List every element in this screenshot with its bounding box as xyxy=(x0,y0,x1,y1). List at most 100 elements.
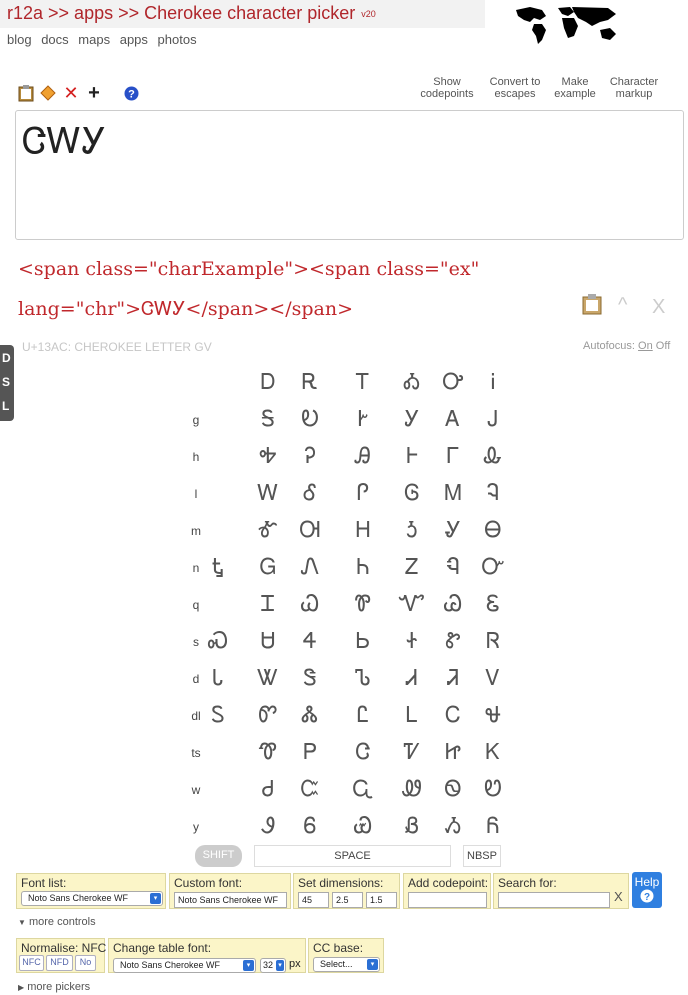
char-key[interactable]: Ꮅ xyxy=(343,481,383,506)
char-key[interactable]: Ꮸ xyxy=(290,777,330,802)
char-key[interactable]: Ꭳ xyxy=(392,370,432,395)
table-font-select[interactable]: Noto Sans Cherokee WF ▾ xyxy=(113,958,256,973)
char-key[interactable]: Ꮶ xyxy=(473,740,513,765)
char-key[interactable]: Ꮙ xyxy=(392,592,432,617)
char-key[interactable]: Ꮥ xyxy=(290,666,330,691)
char-key[interactable]: Ꮧ xyxy=(392,666,432,691)
side-tab-l[interactable]: L xyxy=(2,399,9,413)
char-key[interactable]: Ꮉ xyxy=(248,518,288,543)
char-key[interactable]: Ꮭ xyxy=(343,703,383,728)
space-button[interactable]: SPACE xyxy=(254,845,451,867)
nav-apps[interactable]: apps xyxy=(120,32,148,47)
char-key[interactable]: Ꮼ xyxy=(473,777,513,802)
nfd-button[interactable]: NFD xyxy=(46,955,73,971)
char-key[interactable]: Ꮒ xyxy=(343,555,383,580)
delete-icon[interactable]: ✕ xyxy=(62,83,80,103)
char-key[interactable]: Ꮯ xyxy=(433,703,473,728)
char-key[interactable]: Ꮜ xyxy=(248,629,288,654)
character-markup-button[interactable]: Character markup xyxy=(604,76,664,100)
char-key[interactable]: Ꮰ xyxy=(473,703,513,728)
autofocus-off[interactable]: Off xyxy=(656,340,670,352)
dimension-input-1[interactable]: 45 xyxy=(298,892,329,908)
char-key[interactable]: Ᏹ xyxy=(433,814,473,839)
table-font-size-select[interactable]: 32 ▾ xyxy=(260,958,286,973)
char-key[interactable]: Ꮃ xyxy=(248,481,288,506)
collapse-icon[interactable]: ^ xyxy=(618,294,627,317)
char-key[interactable]: Ꮏ xyxy=(198,555,238,580)
nbsp-button[interactable]: NBSP xyxy=(463,845,501,867)
char-key[interactable]: Ꮤ xyxy=(248,666,288,691)
char-key[interactable]: Ᏸ xyxy=(392,814,432,839)
char-key[interactable]: Ꭿ xyxy=(343,444,383,469)
search-clear-button[interactable]: X xyxy=(614,889,623,904)
autofocus-on[interactable]: On xyxy=(638,340,653,352)
convert-escapes-button[interactable]: Convert to escapes xyxy=(484,76,546,100)
nav-maps[interactable]: maps xyxy=(78,32,110,47)
add-codepoint-input[interactable] xyxy=(408,892,487,908)
char-key[interactable]: Ꮬ xyxy=(290,703,330,728)
search-input[interactable] xyxy=(498,892,610,908)
char-key[interactable]: Ꮀ xyxy=(392,444,432,469)
char-key[interactable]: Ꮱ xyxy=(248,740,288,765)
dimension-input-2[interactable]: 2.5 xyxy=(332,892,363,908)
char-key[interactable]: Ꮌ xyxy=(392,518,432,543)
char-key[interactable]: Ꮄ xyxy=(290,481,330,506)
char-key[interactable]: Ꮐ xyxy=(248,555,288,580)
custom-font-input[interactable]: Noto Sans Cherokee WF xyxy=(174,892,287,908)
char-key[interactable]: Ꮛ xyxy=(473,592,513,617)
char-key[interactable]: Ꭵ xyxy=(473,370,513,395)
help-button[interactable]: Help ? xyxy=(632,872,662,908)
side-tab-s[interactable]: S xyxy=(2,375,10,389)
char-key[interactable]: Ꭽ xyxy=(248,444,288,469)
copy-markup-icon[interactable] xyxy=(582,293,602,320)
char-key[interactable]: Ꮇ xyxy=(433,481,473,506)
side-tab-d[interactable]: D xyxy=(2,351,11,365)
char-key[interactable]: Ꮓ xyxy=(392,555,432,580)
char-key[interactable]: Ꮹ xyxy=(343,777,383,802)
char-key[interactable]: Ꮊ xyxy=(290,518,330,543)
no-normalise-button[interactable]: No xyxy=(75,955,96,971)
nav-photos[interactable]: photos xyxy=(158,32,197,47)
char-key[interactable]: Ꮂ xyxy=(473,444,513,469)
more-pickers-toggle[interactable]: ▶ more pickers xyxy=(18,981,90,993)
char-key[interactable]: Ꭾ xyxy=(290,444,330,469)
char-key[interactable]: Ꮔ xyxy=(433,555,473,580)
eraser-icon[interactable] xyxy=(39,84,57,102)
output-textarea[interactable]: ᏣᎳᎩ xyxy=(15,110,684,240)
char-key[interactable]: Ꭴ xyxy=(433,370,473,395)
char-key[interactable]: Ꮡ xyxy=(433,629,473,654)
more-controls-toggle[interactable]: ▼ more controls xyxy=(18,916,96,928)
char-key[interactable]: Ꮑ xyxy=(290,555,330,580)
char-key[interactable]: Ꮁ xyxy=(433,444,473,469)
shift-button[interactable]: SHIFT xyxy=(195,845,242,867)
char-key[interactable]: Ꮢ xyxy=(473,629,513,654)
char-key[interactable]: Ꮨ xyxy=(433,666,473,691)
char-key[interactable]: Ꮠ xyxy=(392,629,432,654)
char-key[interactable]: Ꮩ xyxy=(473,666,513,691)
char-key[interactable]: Ꮿ xyxy=(343,814,383,839)
char-key[interactable]: Ꮳ xyxy=(343,740,383,765)
char-key[interactable]: Ꮆ xyxy=(392,481,432,506)
char-key[interactable]: Ꮣ xyxy=(198,666,238,691)
autofocus-toggle[interactable]: Autofocus: On Off xyxy=(583,340,670,352)
char-key[interactable]: Ᏺ xyxy=(473,814,513,839)
world-map-logo[interactable] xyxy=(512,4,622,46)
show-codepoints-button[interactable]: Show codepoints xyxy=(414,76,480,100)
char-key[interactable]: Ꮦ xyxy=(343,666,383,691)
char-key[interactable]: Ꮞ xyxy=(290,629,330,654)
char-key[interactable]: Ꭱ xyxy=(290,370,330,395)
font-list-select[interactable]: Noto Sans Cherokee WF ▾ xyxy=(21,891,163,906)
char-key[interactable]: Ꭺ xyxy=(433,407,473,432)
char-key[interactable]: Ꮻ xyxy=(433,777,473,802)
char-key[interactable]: Ꮘ xyxy=(343,592,383,617)
char-key[interactable]: Ꮲ xyxy=(290,740,330,765)
char-key[interactable]: Ꭰ xyxy=(248,370,288,395)
close-markup-icon[interactable]: X xyxy=(652,296,665,319)
char-key[interactable]: Ꮽ xyxy=(248,814,288,839)
char-key[interactable]: Ꮈ xyxy=(473,481,513,506)
char-key[interactable]: Ꭹ xyxy=(392,407,432,432)
char-key[interactable]: Ꭲ xyxy=(343,370,383,395)
char-key[interactable]: Ꮴ xyxy=(392,740,432,765)
char-key[interactable]: Ꮗ xyxy=(290,592,330,617)
cc-base-select[interactable]: Select... ▾ xyxy=(313,957,380,972)
